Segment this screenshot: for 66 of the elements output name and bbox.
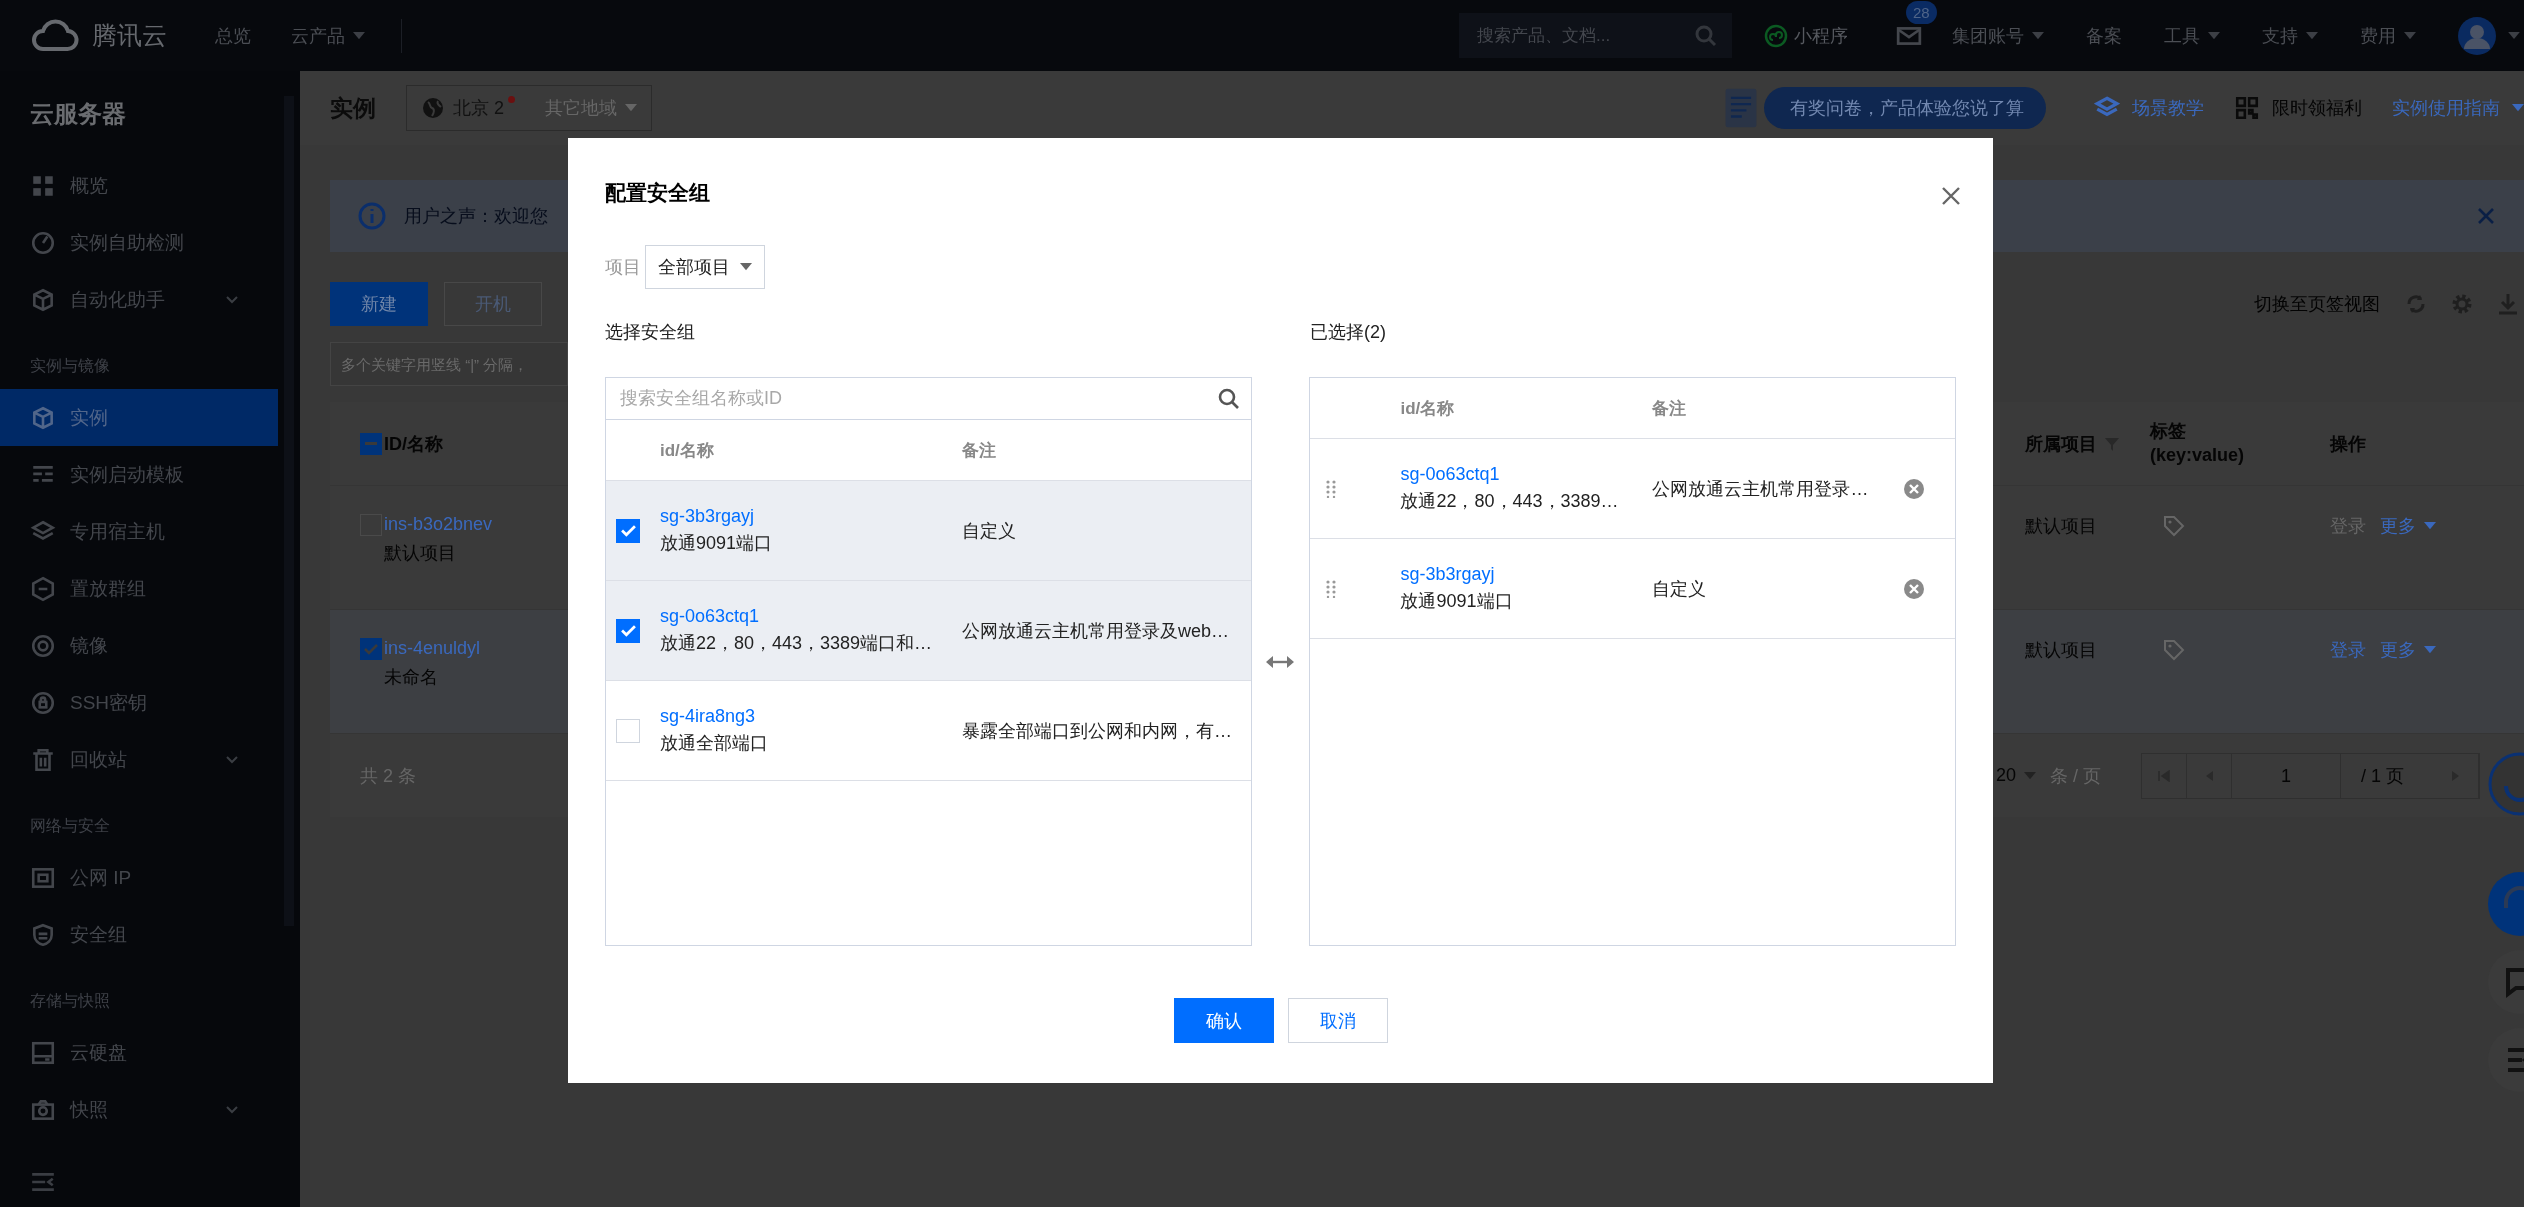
sidebar-item[interactable]: 镜像 <box>0 617 278 674</box>
menu-link[interactable]: 集团账号 <box>1952 23 2044 48</box>
sidebar-title: 云服务器 <box>29 99 127 129</box>
group-id-link[interactable]: sg-3b3rgayj <box>1400 564 1653 585</box>
group-id-link[interactable]: sg-0o63ctq1 <box>660 606 962 627</box>
sidebar-item[interactable]: 自动化助手 <box>0 271 278 328</box>
column-header: id/名称 <box>660 439 715 462</box>
menu-link[interactable]: 支持 <box>2262 23 2318 48</box>
survey-banner[interactable]: 有奖问卷，产品体验您说了算 <box>1764 87 2046 129</box>
menu-link[interactable]: 工具 <box>2164 23 2220 48</box>
instance-link[interactable]: ins-4enuldyl <box>384 638 481 659</box>
sidebar-item[interactable]: SSH密钥 <box>0 674 278 731</box>
group-id-link[interactable]: sg-3b3rgayj <box>660 506 962 527</box>
section-heading: 已选择(2) <box>1310 321 1386 344</box>
group-id-link[interactable]: sg-4ira8ng3 <box>660 706 962 727</box>
logo-text: 腾讯云 <box>92 20 167 51</box>
sidebar-item[interactable]: 实例启动模板 <box>0 446 278 503</box>
column-header: 备注 <box>1652 397 1688 420</box>
instance-name: 未命名 <box>384 666 438 689</box>
instance-link[interactable]: ins-b3o2bnev <box>384 514 493 535</box>
sidebar-item[interactable]: 快照 <box>0 1081 278 1138</box>
sidebar-item[interactable]: 回收站 <box>0 731 278 788</box>
group-note: 公网放通云主机常用登录及web… <box>962 619 1231 643</box>
sidebar-item[interactable]: 专用宿主机 <box>0 503 278 560</box>
field-label: 项目 <box>605 256 641 279</box>
group-heading: 存储与快照 <box>29 991 111 1011</box>
group-note: 公网放通云主机常用登录… <box>1652 477 1870 501</box>
sidebar-item[interactable]: 置放群组 <box>0 560 278 617</box>
mini-program-link[interactable]: 小程序 <box>1764 23 1848 48</box>
group-name: 放通全部端口 <box>660 732 769 755</box>
more-link[interactable]: 更多 <box>2380 638 2436 662</box>
sidebar-item[interactable]: 实例自助检测 <box>0 214 278 271</box>
sidebar-item[interactable]: 实例 <box>0 389 278 446</box>
sidebar-item[interactable]: 公网 IP <box>0 849 278 906</box>
login-link[interactable]: 登录 <box>2330 638 2366 662</box>
sidebar-item[interactable]: 云硬盘 <box>0 1024 278 1081</box>
menu-link[interactable]: 费用 <box>2360 23 2416 48</box>
confirm-button[interactable]: 确认 <box>1173 998 1274 1043</box>
column-header: 备注 <box>962 439 997 462</box>
dialog-title: 配置安全组 <box>605 180 710 206</box>
header-link[interactable]: 场景教学 <box>2094 95 2204 121</box>
group-heading: 实例与镜像 <box>29 356 111 376</box>
group-note: 自定义 <box>1652 577 1708 601</box>
group-name: 放通9091端口 <box>660 532 774 555</box>
nav-link[interactable]: 云产品 <box>291 23 365 48</box>
cancel-button[interactable]: 取消 <box>1287 998 1388 1043</box>
toolbar-button[interactable]: 开机 <box>444 282 542 326</box>
more-link[interactable]: 更多 <box>2380 514 2436 538</box>
group-id-link[interactable]: sg-0o63ctq1 <box>1400 464 1653 485</box>
count-badge: 28 <box>1906 0 1937 24</box>
sidebar-item[interactable]: 概览 <box>0 157 278 214</box>
section-heading: 选择安全组 <box>605 321 696 344</box>
table-cell-text: 默认项目 <box>2025 639 2097 662</box>
nav-link[interactable]: 总览 <box>215 23 251 48</box>
group-name: 放通9091端口 <box>1400 590 1514 613</box>
column-header: id/名称 <box>1400 397 1456 420</box>
menu-link[interactable]: 备案 <box>2086 23 2122 48</box>
group-note: 暴露全部端口到公网和内网，有… <box>962 719 1233 743</box>
sidebar-item[interactable]: 安全组 <box>0 906 278 963</box>
group-heading: 网络与安全 <box>29 816 111 836</box>
group-name: 放通22，80，443，3389… <box>1400 490 1620 513</box>
group-note: 自定义 <box>962 519 1017 543</box>
toolbar-button[interactable]: 新建 <box>330 282 428 326</box>
header-link[interactable]: 实例使用指南 <box>2392 96 2524 120</box>
group-name: 放通22，80，443，3389端口和… <box>660 632 934 655</box>
project-select[interactable]: 全部项目 <box>645 245 765 289</box>
